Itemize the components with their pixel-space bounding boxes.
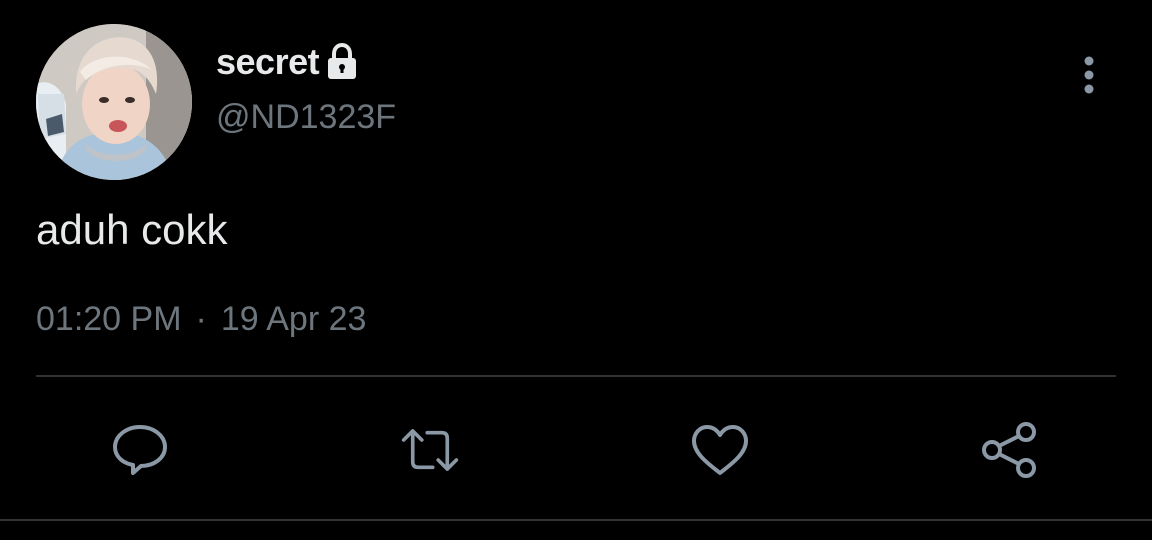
more-options-button[interactable] <box>1070 52 1108 98</box>
tweet-time[interactable]: 01:20 PM <box>36 300 182 339</box>
retweet-icon <box>401 429 459 471</box>
avatar[interactable] <box>36 24 192 180</box>
author-handle[interactable]: @ND1323F <box>216 98 396 137</box>
author-name-row[interactable]: secret <box>216 40 359 84</box>
bottom-divider <box>0 519 1152 521</box>
avatar-photo <box>36 24 192 180</box>
timestamp-separator: · <box>195 300 207 338</box>
display-name[interactable]: secret <box>216 41 320 83</box>
more-vertical-icon <box>1084 56 1094 94</box>
divider <box>36 375 1116 377</box>
heart-icon <box>692 425 748 475</box>
tweet-text: aduh cokk <box>36 206 228 253</box>
tweet-date[interactable]: 19 Apr 23 <box>221 300 367 339</box>
tweet-card: secret @ND1323F aduh cokk 01:20 PM · 19 … <box>0 0 1152 540</box>
timestamp-row: 01:20 PM · 19 Apr 23 <box>36 300 366 339</box>
share-button[interactable] <box>980 420 1040 480</box>
reply-icon <box>113 425 167 475</box>
lock-icon <box>325 43 359 81</box>
share-icon <box>982 422 1036 478</box>
reply-button[interactable] <box>110 420 170 480</box>
retweet-button[interactable] <box>400 420 460 480</box>
like-button[interactable] <box>690 420 750 480</box>
